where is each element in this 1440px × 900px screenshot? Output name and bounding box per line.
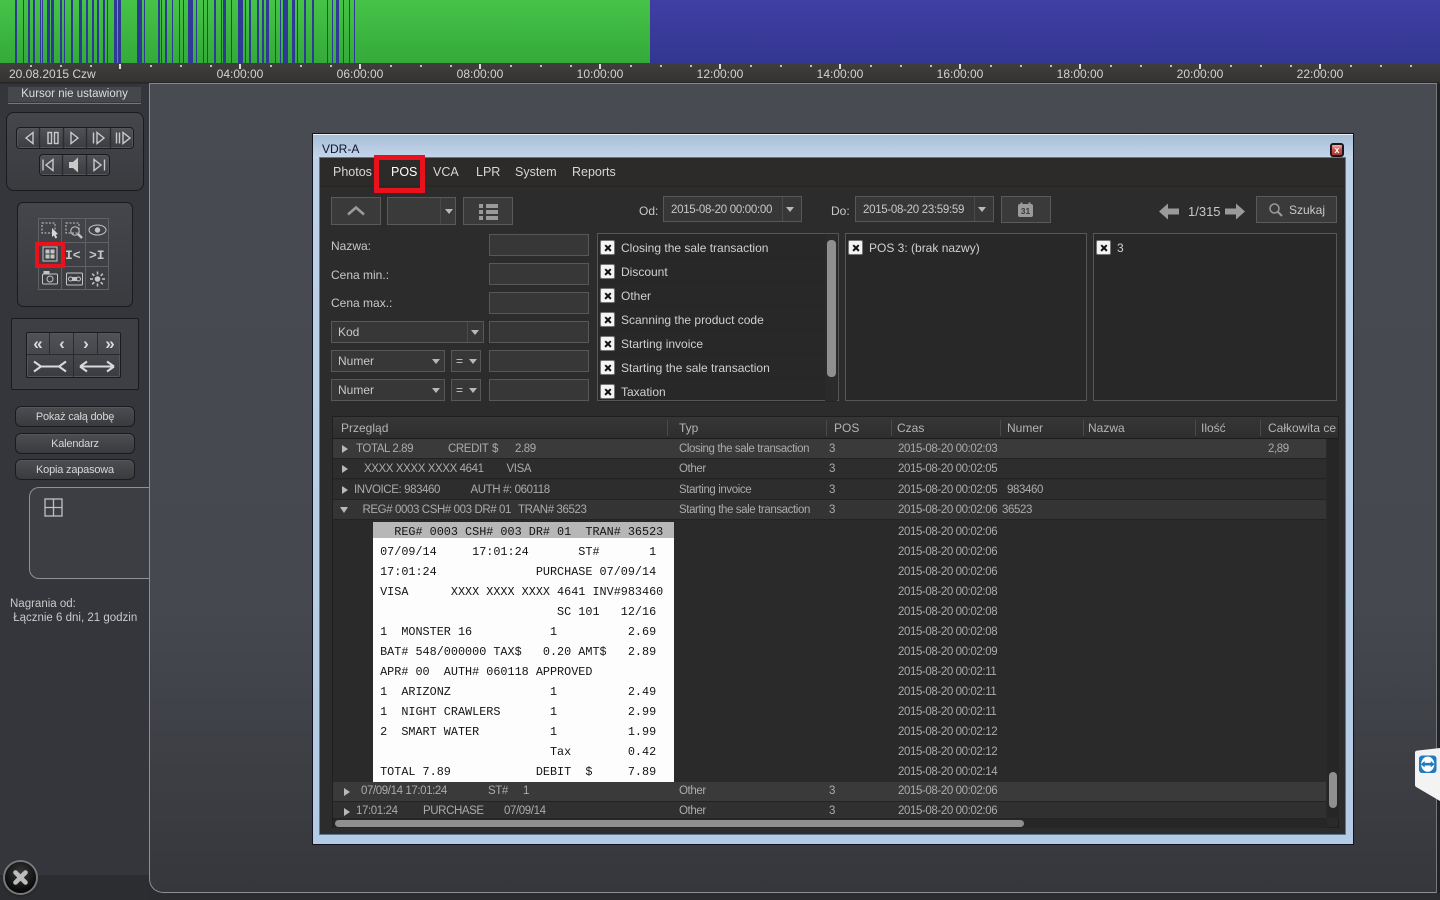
svg-text:‹: ‹ [59, 334, 65, 353]
svg-text:›: › [83, 334, 89, 353]
svg-text:>I: >I [89, 248, 105, 263]
svg-text:»: » [105, 334, 114, 353]
svg-text:I<: I< [65, 248, 81, 263]
svg-text:31: 31 [1021, 206, 1031, 216]
svg-text:«: « [33, 334, 42, 353]
